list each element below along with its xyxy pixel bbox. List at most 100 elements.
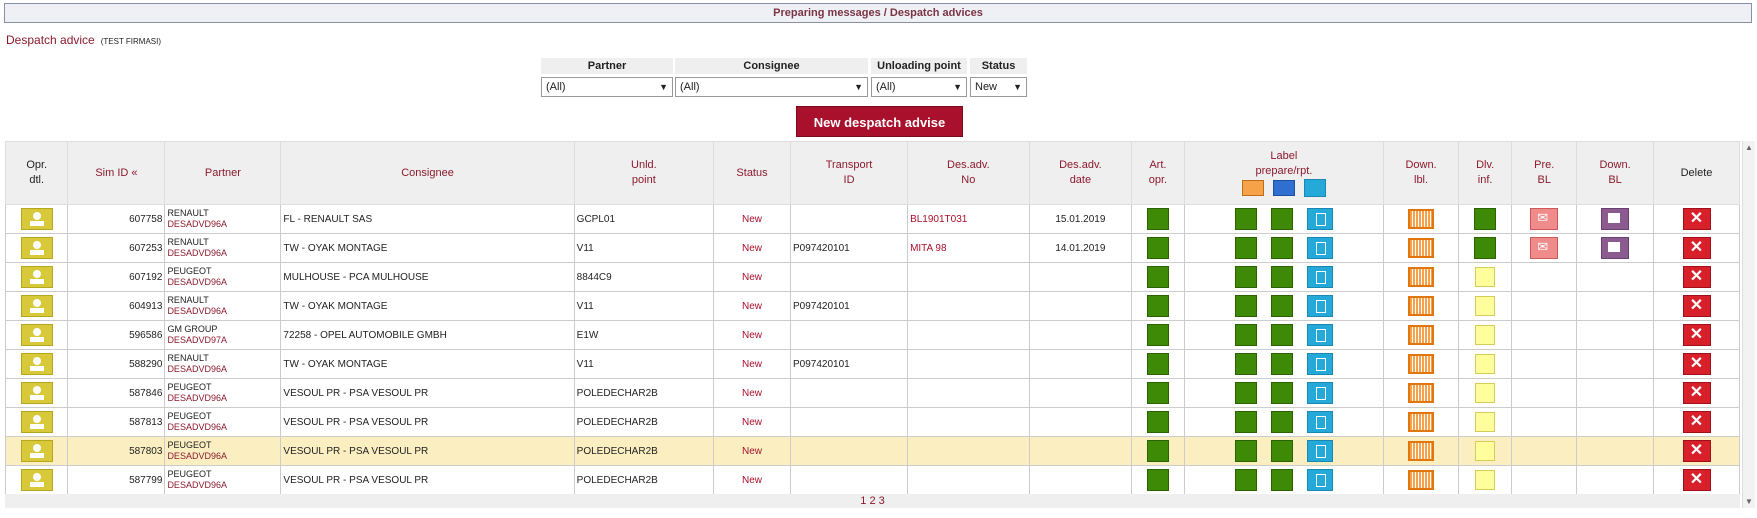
barcode-icon[interactable] bbox=[1408, 412, 1435, 432]
label-print-icon[interactable] bbox=[1270, 295, 1293, 317]
page-link-3[interactable]: 3 bbox=[879, 495, 885, 507]
envelope-icon[interactable] bbox=[1530, 208, 1559, 230]
barcode-icon[interactable] bbox=[1408, 267, 1435, 287]
article-operation-icon[interactable] bbox=[1146, 295, 1169, 317]
user-detail-icon[interactable] bbox=[20, 208, 53, 230]
col-desadv-no[interactable]: Des.adv. No bbox=[907, 141, 1030, 205]
user-detail-icon[interactable] bbox=[20, 382, 53, 404]
page-link-2[interactable]: 2 bbox=[869, 495, 875, 507]
delivery-info-icon[interactable] bbox=[1475, 354, 1496, 374]
delivery-info-icon[interactable] bbox=[1474, 208, 1497, 230]
user-detail-icon[interactable] bbox=[20, 324, 53, 346]
label-prepare-icon[interactable] bbox=[1234, 353, 1257, 375]
delivery-info-icon[interactable] bbox=[1475, 325, 1496, 345]
label-icon[interactable] bbox=[1272, 180, 1295, 196]
barcode-icon[interactable] bbox=[1408, 441, 1435, 461]
barcode-icon[interactable] bbox=[1408, 354, 1435, 374]
scroll-down-icon[interactable]: ▼ bbox=[1745, 497, 1753, 506]
article-operation-icon[interactable] bbox=[1146, 382, 1169, 404]
col-desadv-date[interactable]: Des.adv. date bbox=[1028, 141, 1133, 205]
barcode-icon[interactable] bbox=[1408, 325, 1435, 345]
col-status[interactable]: Status bbox=[713, 141, 791, 205]
desadv-no-cell[interactable] bbox=[907, 465, 1030, 495]
label-print-icon[interactable] bbox=[1270, 382, 1293, 404]
col-sim-id[interactable]: Sim ID « bbox=[67, 141, 166, 205]
delete-icon[interactable]: ✕ bbox=[1682, 237, 1711, 259]
label-print-icon[interactable] bbox=[1270, 440, 1293, 462]
desadv-no-cell[interactable] bbox=[907, 378, 1030, 408]
label-report-icon[interactable] bbox=[1306, 266, 1333, 288]
user-detail-icon[interactable] bbox=[20, 440, 53, 462]
desadv-no-cell[interactable]: MITA 98 bbox=[907, 233, 1030, 263]
label-prepare-icon[interactable] bbox=[1234, 208, 1257, 230]
delete-icon[interactable]: ✕ bbox=[1682, 382, 1711, 404]
label-report-icon[interactable] bbox=[1306, 295, 1333, 317]
article-operation-icon[interactable] bbox=[1146, 353, 1169, 375]
desadv-no-cell[interactable] bbox=[907, 407, 1030, 437]
delete-icon[interactable]: ✕ bbox=[1682, 353, 1711, 375]
desadv-no-cell[interactable] bbox=[907, 436, 1030, 466]
envelope-icon[interactable] bbox=[1530, 237, 1559, 259]
desadv-no-cell[interactable]: BL1901T031 bbox=[907, 204, 1030, 234]
document-download-icon[interactable] bbox=[1601, 237, 1630, 259]
label-report-icon[interactable] bbox=[1306, 237, 1333, 259]
delete-icon[interactable]: ✕ bbox=[1682, 208, 1711, 230]
label-prepare-icon[interactable] bbox=[1234, 440, 1257, 462]
article-operation-icon[interactable] bbox=[1146, 440, 1169, 462]
delivery-info-icon[interactable] bbox=[1475, 296, 1496, 316]
article-operation-icon[interactable] bbox=[1146, 411, 1169, 433]
barcode-icon[interactable] bbox=[1408, 383, 1435, 403]
label-report-icon[interactable] bbox=[1306, 324, 1333, 346]
label-prepare-icon[interactable] bbox=[1234, 266, 1257, 288]
user-detail-icon[interactable] bbox=[20, 237, 53, 259]
delete-icon[interactable]: ✕ bbox=[1682, 324, 1711, 346]
desadv-no-cell[interactable] bbox=[907, 291, 1030, 321]
prepare-icon[interactable] bbox=[1241, 180, 1264, 196]
unloading-filter-select[interactable]: (All) ▼ bbox=[871, 77, 967, 97]
vertical-scrollbar[interactable]: ▲ ▼ bbox=[1742, 141, 1755, 508]
label-report-icon[interactable] bbox=[1306, 208, 1333, 230]
delivery-info-icon[interactable] bbox=[1475, 412, 1496, 432]
label-report-icon[interactable] bbox=[1306, 382, 1333, 404]
delete-icon[interactable]: ✕ bbox=[1682, 440, 1711, 462]
delete-icon[interactable]: ✕ bbox=[1682, 266, 1711, 288]
label-report-icon[interactable] bbox=[1306, 353, 1333, 375]
label-report-icon[interactable] bbox=[1306, 440, 1333, 462]
label-print-icon[interactable] bbox=[1270, 237, 1293, 259]
label-prepare-icon[interactable] bbox=[1234, 324, 1257, 346]
label-prepare-icon[interactable] bbox=[1234, 469, 1257, 491]
user-detail-icon[interactable] bbox=[20, 266, 53, 288]
status-filter-select[interactable]: New ▼ bbox=[970, 77, 1027, 97]
report-icon[interactable] bbox=[1304, 179, 1327, 197]
new-despatch-advise-button[interactable]: New despatch advise bbox=[796, 106, 963, 137]
article-operation-icon[interactable] bbox=[1146, 237, 1169, 259]
document-download-icon[interactable] bbox=[1601, 208, 1630, 230]
consignee-filter-select[interactable]: (All) ▼ bbox=[675, 77, 868, 97]
delete-icon[interactable]: ✕ bbox=[1682, 295, 1711, 317]
label-report-icon[interactable] bbox=[1306, 411, 1333, 433]
label-prepare-icon[interactable] bbox=[1234, 295, 1257, 317]
page-link-1[interactable]: 1 bbox=[860, 495, 866, 507]
barcode-icon[interactable] bbox=[1408, 209, 1435, 229]
desadv-no-cell[interactable] bbox=[907, 349, 1030, 379]
article-operation-icon[interactable] bbox=[1146, 324, 1169, 346]
col-transport-id[interactable]: Transport ID bbox=[789, 141, 909, 205]
label-print-icon[interactable] bbox=[1270, 411, 1293, 433]
col-partner[interactable]: Partner bbox=[164, 141, 282, 205]
delivery-info-icon[interactable] bbox=[1475, 470, 1496, 490]
label-print-icon[interactable] bbox=[1270, 324, 1293, 346]
delivery-info-icon[interactable] bbox=[1475, 267, 1496, 287]
article-operation-icon[interactable] bbox=[1146, 469, 1169, 491]
delivery-info-icon[interactable] bbox=[1475, 441, 1496, 461]
label-prepare-icon[interactable] bbox=[1234, 237, 1257, 259]
article-operation-icon[interactable] bbox=[1146, 208, 1169, 230]
desadv-no-cell[interactable] bbox=[907, 320, 1030, 350]
label-print-icon[interactable] bbox=[1270, 469, 1293, 491]
col-consignee[interactable]: Consignee bbox=[280, 141, 575, 205]
article-operation-icon[interactable] bbox=[1146, 266, 1169, 288]
label-print-icon[interactable] bbox=[1270, 353, 1293, 375]
barcode-icon[interactable] bbox=[1408, 238, 1435, 258]
user-detail-icon[interactable] bbox=[20, 295, 53, 317]
barcode-icon[interactable] bbox=[1408, 470, 1435, 490]
label-print-icon[interactable] bbox=[1270, 208, 1293, 230]
